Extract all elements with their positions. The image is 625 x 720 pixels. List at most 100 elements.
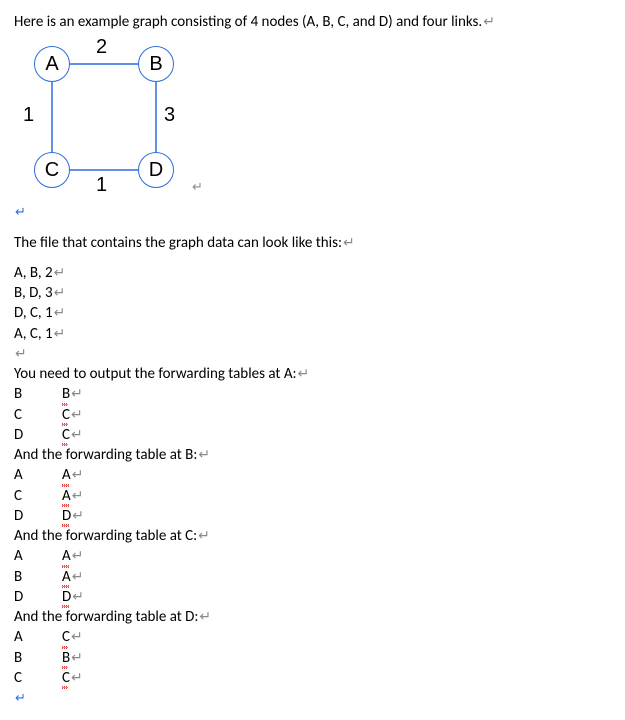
pilcrow-icon: ↵ xyxy=(71,507,84,524)
next-cell: C↵ xyxy=(62,668,83,688)
next-cell: A↵ xyxy=(62,546,84,566)
next-cell: C↵ xyxy=(62,425,83,445)
pilcrow-icon: ↵ xyxy=(53,284,66,301)
next-cell: A↵ xyxy=(62,486,84,506)
pilcrow-icon: ↵ xyxy=(71,487,84,504)
dest-cell: C xyxy=(14,405,62,425)
node-d: D xyxy=(138,152,174,188)
table-row: BB↵ xyxy=(14,648,83,668)
dest-cell: A xyxy=(14,546,62,566)
document-page: Here is an example graph consisting of 4… xyxy=(0,0,625,720)
dest-cell: C xyxy=(14,668,62,688)
pilcrow-icon: ↵ xyxy=(70,669,83,686)
file-line-text: B, D, 3 xyxy=(14,284,53,302)
fwd-d-heading-text: And the forwarding table at D: xyxy=(14,608,198,626)
next-hop-text: B xyxy=(62,648,70,668)
node-a: A xyxy=(34,46,70,82)
dest-cell: D xyxy=(14,506,62,526)
dest-cell: B xyxy=(14,648,62,668)
next-hop-text: C xyxy=(62,668,70,688)
next-hop-text: C xyxy=(62,425,70,445)
pilcrow-icon: ↵ xyxy=(14,691,26,706)
dest-cell: B xyxy=(14,384,62,404)
fwd-d-heading: And the forwarding table at D:↵ xyxy=(14,607,611,627)
blank-line: ↵ xyxy=(14,202,611,222)
next-hop-text: A xyxy=(62,465,71,485)
pilcrow-icon: ↵ xyxy=(71,588,84,605)
blank-line: ↵ xyxy=(14,344,611,364)
blank-line: ↵ xyxy=(14,688,611,708)
file-intro-text: The file that contains the graph data ca… xyxy=(14,234,342,252)
fwd-b-heading: And the forwarding table at B:↵ xyxy=(14,445,611,465)
file-line-text: A, B, 2 xyxy=(14,264,53,282)
dest-cell: A xyxy=(14,465,62,485)
node-c: C xyxy=(34,152,70,188)
next-hop-text: D xyxy=(62,587,71,607)
pilcrow-icon: ↵ xyxy=(482,13,495,30)
next-cell: A↵ xyxy=(62,567,84,587)
file-line-text: A, C, 1 xyxy=(14,325,53,343)
table-row: BA↵ xyxy=(14,567,84,587)
node-b: B xyxy=(138,46,174,82)
pilcrow-icon: ↵ xyxy=(197,446,210,463)
pilcrow-icon: ↵ xyxy=(71,547,84,564)
dest-cell: B xyxy=(14,567,62,587)
next-hop-text: D xyxy=(62,506,71,526)
table-row: CC↵ xyxy=(14,668,83,688)
next-hop-text: C xyxy=(62,627,70,647)
dest-cell: C xyxy=(14,486,62,506)
table-row: CA↵ xyxy=(14,486,84,506)
pilcrow-icon: ↵ xyxy=(70,406,83,423)
dest-cell: D xyxy=(14,587,62,607)
table-row: BB↵ xyxy=(14,384,83,404)
fwd-c-heading: And the forwarding table at C:↵ xyxy=(14,526,611,546)
next-cell: B↵ xyxy=(62,648,83,668)
table-row: DC↵ xyxy=(14,425,83,445)
edge-label-bd: 3 xyxy=(164,104,175,127)
table-row: AA↵ xyxy=(14,546,84,566)
pilcrow-icon: ↵ xyxy=(297,365,310,382)
forwarding-table-c: AA↵ BA↵ DD↵ xyxy=(14,546,84,607)
fwd-a-heading-text: You need to output the forwarding tables… xyxy=(14,365,297,383)
pilcrow-icon: ↵ xyxy=(70,649,83,666)
file-intro-paragraph: The file that contains the graph data ca… xyxy=(14,233,611,253)
next-cell: D↵ xyxy=(62,506,84,526)
next-cell: B↵ xyxy=(62,384,83,404)
next-cell: C↵ xyxy=(62,405,83,425)
next-hop-text: C xyxy=(62,405,70,425)
pilcrow-icon: ↵ xyxy=(70,426,83,443)
pilcrow-icon: ↵ xyxy=(71,568,84,585)
edge-label-ab: 2 xyxy=(96,36,107,59)
intro-text: Here is an example graph consisting of 4… xyxy=(14,13,482,31)
next-hop-text: A xyxy=(62,567,71,587)
next-hop-text: B xyxy=(62,384,70,404)
next-cell: A↵ xyxy=(62,465,84,485)
pilcrow-icon: ↵ xyxy=(71,466,84,483)
next-hop-text: A xyxy=(62,486,71,506)
dest-cell: A xyxy=(14,627,62,647)
fwd-a-heading: You need to output the forwarding tables… xyxy=(14,364,611,384)
table-row: DD↵ xyxy=(14,587,84,607)
file-line: A, C, 1↵ xyxy=(14,324,611,344)
forwarding-table-d: AC↵ BB↵ CC↵ xyxy=(14,627,83,688)
pilcrow-icon: ↵ xyxy=(70,385,83,402)
pilcrow-icon: ↵ xyxy=(53,304,66,321)
pilcrow-icon: ↵ xyxy=(53,264,66,281)
pilcrow-icon: ↵ xyxy=(197,527,210,544)
forwarding-table-a: BB↵ CC↵ DC↵ xyxy=(14,384,83,445)
edge-label-cd: 1 xyxy=(96,174,107,197)
table-row: AA↵ xyxy=(14,465,84,485)
pilcrow-icon: ↵ xyxy=(14,345,27,362)
table-row: DD↵ xyxy=(14,506,84,526)
file-line: A, B, 2↵ xyxy=(14,263,611,283)
fwd-b-heading-text: And the forwarding table at B: xyxy=(14,446,197,464)
fwd-c-heading-text: And the forwarding table at C: xyxy=(14,527,197,545)
next-hop-text: A xyxy=(62,546,71,566)
pilcrow-icon: ↵ xyxy=(342,234,355,251)
table-row: AC↵ xyxy=(14,627,83,647)
graph-diagram: A B C D 2 1 3 1 ↵ xyxy=(14,40,214,200)
file-line: B, D, 3↵ xyxy=(14,283,611,303)
table-row: CC↵ xyxy=(14,405,83,425)
intro-paragraph: Here is an example graph consisting of 4… xyxy=(14,12,611,32)
next-cell: D↵ xyxy=(62,587,84,607)
